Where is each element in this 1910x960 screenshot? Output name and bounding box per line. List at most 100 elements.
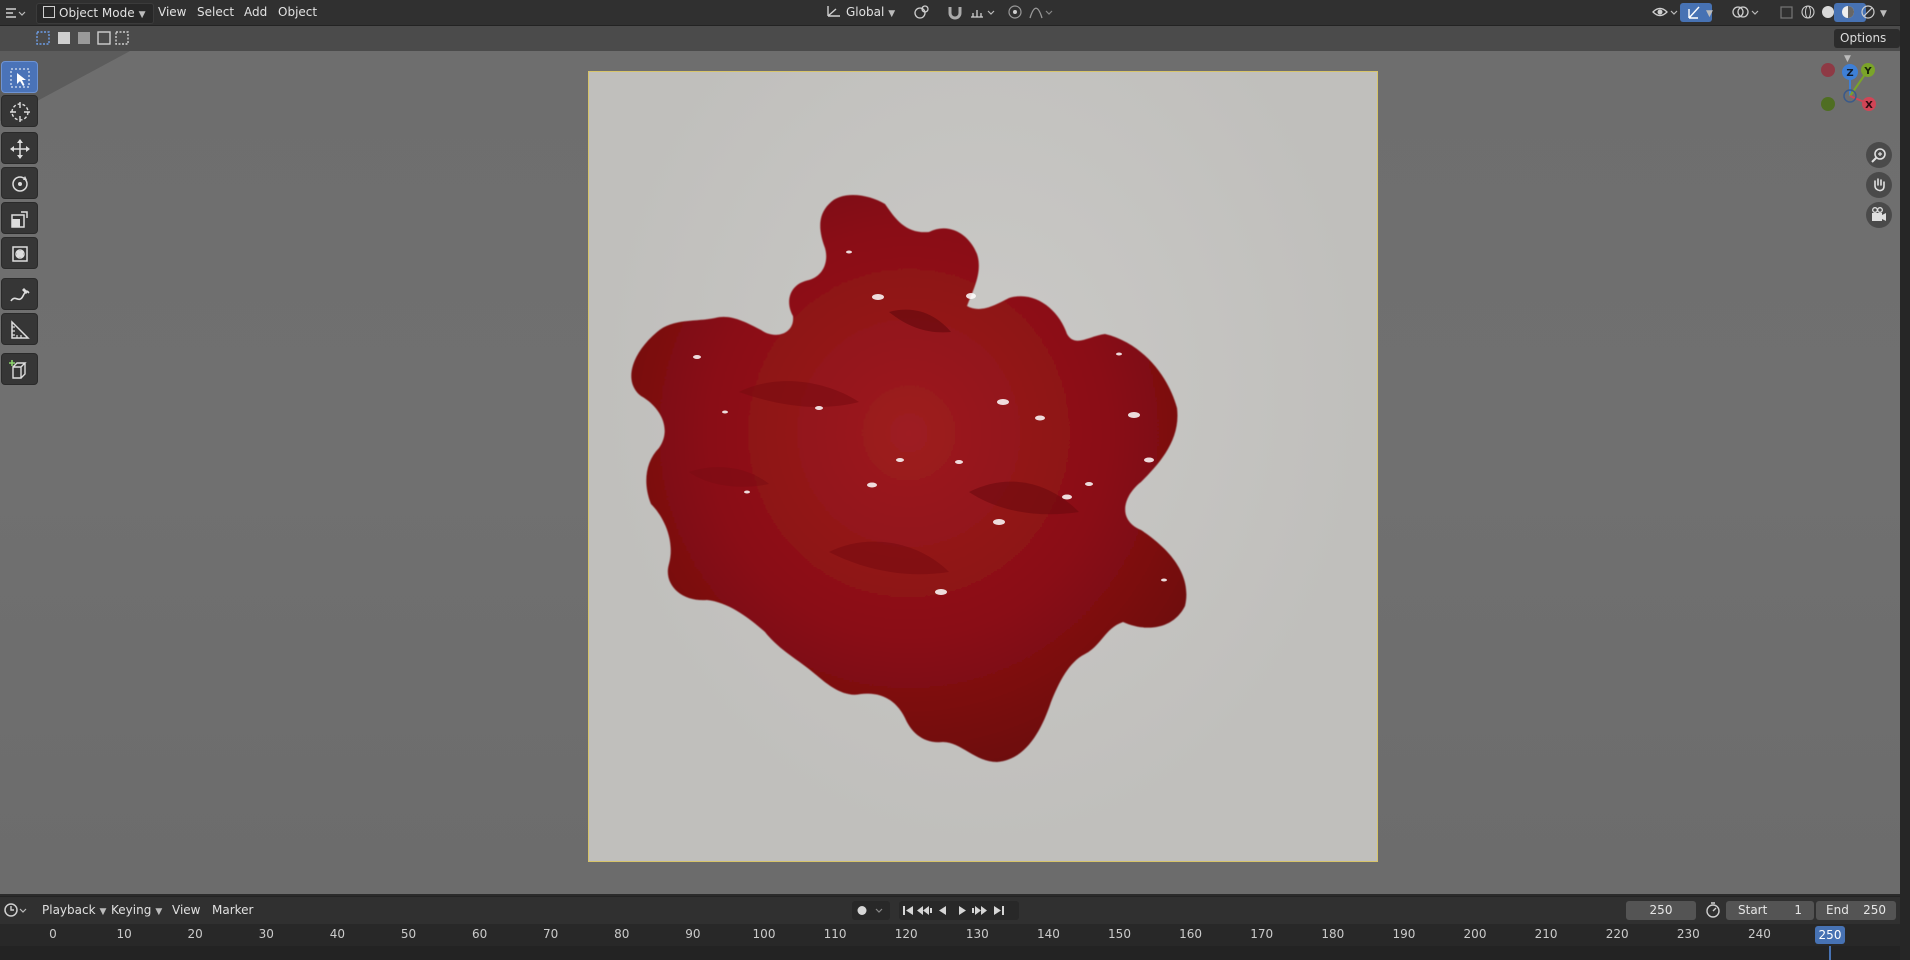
ruler-tick-label: 160	[1179, 927, 1203, 941]
timeline-editor-type-button[interactable]	[2, 901, 28, 920]
navigation-gizmo[interactable]: Z Y X	[1812, 56, 1882, 122]
ruler-tick-label: 30	[258, 927, 274, 941]
mode-dropdown[interactable]: Object Mode ▼	[36, 3, 154, 24]
ruler-tick-label: 0	[49, 927, 57, 941]
ruler-tick-label: 90	[685, 927, 701, 941]
auto-keying-toggle[interactable]	[852, 901, 890, 920]
chevron-down-icon: ▼	[1880, 9, 1887, 19]
tool-transform[interactable]	[1, 237, 38, 269]
record-icon	[857, 906, 883, 915]
menu-view[interactable]: View	[152, 3, 192, 22]
playhead-label[interactable]: 250	[1815, 926, 1845, 944]
playback-label: Playback	[42, 903, 96, 917]
options-label: Options	[1840, 31, 1887, 45]
playhead-line	[1829, 946, 1831, 960]
tool-add-cube[interactable]	[1, 353, 38, 385]
orientation-label: Global	[846, 5, 885, 19]
select-mode-icons	[36, 31, 129, 45]
eye-icon	[1652, 7, 1678, 17]
ruler-tick-label: 140	[1036, 927, 1060, 941]
tool-measure[interactable]	[1, 313, 38, 345]
ruler-tick-label: 70	[543, 927, 559, 941]
transform-orientation-icon	[827, 6, 840, 17]
start-frame-field[interactable]: Start 1	[1726, 901, 1814, 920]
clock-icon	[4, 903, 27, 917]
camera-view-button[interactable]	[1866, 202, 1892, 228]
menu-add[interactable]: Add	[238, 3, 273, 22]
axis-label-z: Z	[1846, 68, 1853, 79]
xray-icon	[1780, 6, 1793, 19]
end-value: 250	[1863, 903, 1886, 917]
ruler-tick-label: 210	[1534, 927, 1558, 941]
menu-keying[interactable]: Keying ▼	[111, 901, 162, 920]
red-blob-object[interactable]	[589, 72, 1378, 862]
hand-icon	[1874, 178, 1885, 192]
editor-type-button[interactable]	[2, 3, 26, 22]
overlays-toggle[interactable]	[1725, 3, 1769, 22]
zoom-button[interactable]	[1866, 142, 1892, 168]
menu-playback[interactable]: Playback ▼	[42, 901, 106, 920]
end-frame-field[interactable]: End 250	[1816, 901, 1896, 920]
measure-ruler-icon	[11, 320, 30, 339]
ruler-tick-label: 20	[187, 927, 203, 941]
pivot-point-button[interactable]	[906, 3, 942, 22]
rendered-sphere-icon	[1861, 5, 1875, 19]
move-arrows-icon	[10, 139, 30, 159]
ruler-tick-label: 130	[965, 927, 989, 941]
menu-timeline-view[interactable]: View	[172, 901, 200, 920]
zoom-magnifier-icon	[1871, 148, 1886, 163]
ruler-tick-label: 230	[1676, 927, 1700, 941]
use-preview-range-toggle[interactable]	[1704, 901, 1724, 920]
pivot-point-icon	[914, 5, 929, 19]
menu-marker[interactable]: Marker	[212, 901, 253, 920]
keying-label: Keying	[111, 903, 152, 917]
gizmo-dropdown[interactable]: ▼	[1702, 3, 1716, 22]
ruler-tick-label: 120	[894, 927, 918, 941]
stopwatch-icon	[1706, 902, 1720, 918]
3d-viewport[interactable]: Options▼ Z Y X	[0, 26, 1900, 894]
options-dropdown[interactable]: Options▼	[1834, 29, 1900, 64]
timeline-ruler[interactable]: 0 10 20 30 40 50 60 70 80 90 100 110 120 130 140 150 160…	[0, 924, 1900, 960]
menu-select[interactable]: Select	[191, 3, 240, 22]
chevron-down-icon: ▼	[888, 9, 896, 19]
tool-cursor[interactable]	[1, 95, 38, 127]
axis-gizmo-icon: Z Y X	[1821, 63, 1876, 111]
tool-select-box[interactable]	[1, 61, 38, 93]
ruler-tick-label: 100	[752, 927, 776, 941]
ruler-tick-label: 170	[1250, 927, 1274, 941]
ruler-ticks: 0 10 20 30 40 50 60 70 80 90 100 110 120 130 140 150 160…	[0, 924, 1900, 946]
ruler-tick-label: 220	[1605, 927, 1629, 941]
ruler-tick-label: 190	[1392, 927, 1416, 941]
playback-buttons-icon	[903, 906, 1004, 915]
tool-annotate[interactable]	[1, 278, 38, 310]
rotate-icon	[12, 176, 28, 192]
ruler-tick-label: 150	[1108, 927, 1131, 941]
ruler-tick-label: 180	[1321, 927, 1345, 941]
playback-controls[interactable]	[899, 901, 1019, 920]
menu-object[interactable]: Object	[272, 3, 323, 22]
tool-scale[interactable]	[1, 202, 38, 234]
ruler-tick-label: 240	[1747, 927, 1771, 941]
shading-dropdown[interactable]: ▼	[1876, 3, 1890, 22]
area-edge-scrollbar[interactable]	[1900, 0, 1910, 960]
ruler-tick-label: 110	[823, 927, 847, 941]
chevron-down-icon: ▼	[155, 907, 163, 917]
gizmo-icon	[1688, 6, 1700, 19]
ruler-tick-label: 40	[329, 927, 346, 941]
overlays-icon	[1732, 6, 1759, 18]
axis-label-x: X	[1865, 100, 1873, 111]
annotate-pencil-icon	[10, 288, 30, 302]
selection-mode-buttons[interactable]	[36, 30, 130, 46]
scale-icon	[11, 211, 28, 228]
chevron-down-icon: ▼	[1706, 9, 1713, 19]
tool-settings-bar: Options▼	[0, 26, 1900, 64]
axis-label-y: Y	[1863, 66, 1872, 77]
current-frame-field[interactable]: 250	[1626, 901, 1696, 920]
falloff-dropdown[interactable]	[1022, 3, 1064, 22]
chevron-down-icon: ▼	[99, 907, 107, 917]
orientation-dropdown[interactable]: Global ▼	[820, 3, 910, 22]
add-cube-icon	[9, 360, 27, 379]
tool-move[interactable]	[1, 132, 38, 164]
tool-rotate[interactable]	[1, 167, 38, 199]
pan-button[interactable]	[1866, 172, 1892, 198]
